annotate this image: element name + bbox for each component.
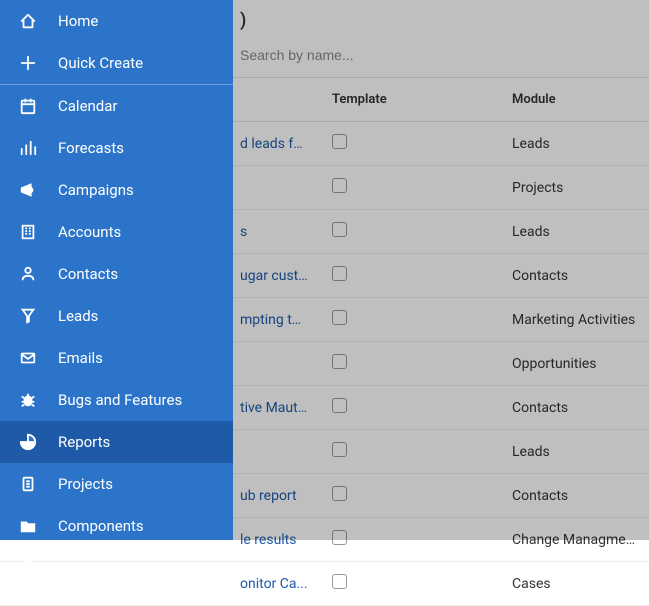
sidebar-item-label: Data Privacy <box>58 559 141 577</box>
chart-icon <box>18 138 38 158</box>
building-icon <box>18 222 38 242</box>
sidebar-item-emails[interactable]: Emails <box>0 337 233 379</box>
funnel-icon <box>18 306 38 326</box>
sidebar-item-calendar[interactable]: Calendar <box>0 85 233 127</box>
sidebar-item-campaigns[interactable]: Campaigns <box>0 169 233 211</box>
bug-icon <box>18 390 38 410</box>
sidebar-item-reports[interactable]: Reports <box>0 421 233 463</box>
sidebar-item-home[interactable]: Home <box>0 0 233 42</box>
sidebar: Home Quick Create Calendar Forecasts Campaig… <box>0 0 233 540</box>
row-module: Cases <box>500 562 649 606</box>
pie-icon <box>18 432 38 452</box>
sidebar-item-label: Contacts <box>58 265 118 283</box>
sidebar-item-label: Projects <box>58 475 113 493</box>
sidebar-item-label: Calendar <box>58 97 118 115</box>
row-template-checkbox-cell <box>320 562 500 606</box>
sidebar-item-label: Campaigns <box>58 181 134 199</box>
sidebar-item-projects[interactable]: Projects <box>0 463 233 505</box>
sidebar-item-label: Components <box>58 517 144 535</box>
template-checkbox[interactable] <box>332 574 347 589</box>
calendar-icon <box>18 96 38 116</box>
mail-icon <box>18 348 38 368</box>
sidebar-item-contacts[interactable]: Contacts <box>0 253 233 295</box>
sidebar-item-quick-create[interactable]: Quick Create <box>0 42 233 84</box>
sidebar-item-bugs-and-features[interactable]: Bugs and Features <box>0 379 233 421</box>
folder-icon <box>18 516 38 536</box>
sidebar-item-forecasts[interactable]: Forecasts <box>0 127 233 169</box>
sidebar-item-data-privacy[interactable]: Data Privacy <box>0 547 233 589</box>
sidebar-item-label: Accounts <box>58 223 121 241</box>
sidebar-item-label: Forecasts <box>58 139 124 157</box>
sidebar-item-label: Home <box>58 12 98 30</box>
sidebar-item-accounts[interactable]: Accounts <box>0 211 233 253</box>
sidebar-item-label: Quick Create <box>58 54 143 72</box>
megaphone-icon <box>18 180 38 200</box>
sidebar-item-label: Emails <box>58 349 103 367</box>
document-icon <box>18 474 38 494</box>
sidebar-item-components[interactable]: Components <box>0 505 233 547</box>
home-icon <box>18 11 38 31</box>
person-icon <box>18 264 38 284</box>
sidebar-item-label: Leads <box>58 307 98 325</box>
shield-icon <box>18 558 38 578</box>
plus-icon <box>18 53 38 73</box>
sidebar-item-label: Reports <box>58 433 110 451</box>
sidebar-item-leads[interactable]: Leads <box>0 295 233 337</box>
sidebar-item-label: Bugs and Features <box>58 391 182 409</box>
